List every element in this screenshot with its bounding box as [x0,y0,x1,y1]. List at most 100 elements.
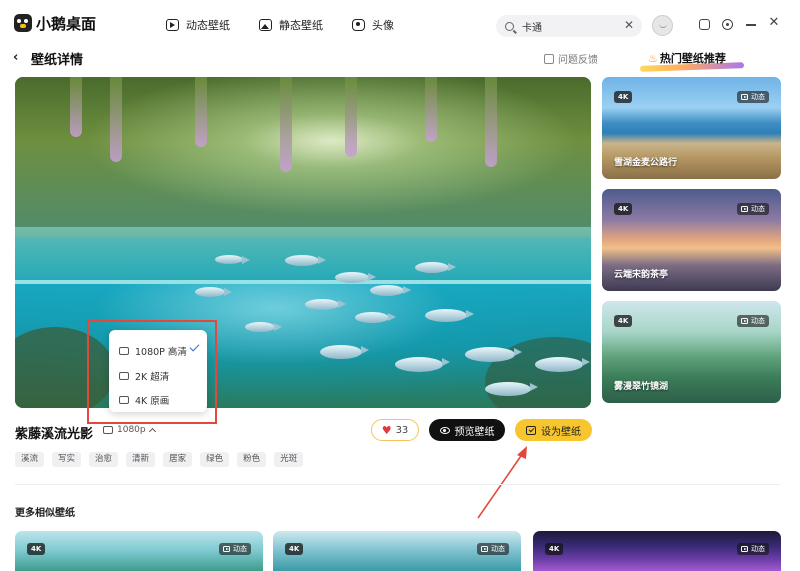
tag-chip[interactable]: 粉色 [237,452,267,467]
button-label: 预览壁纸 [454,426,495,438]
scene-vine [280,77,292,172]
resolution-badge: 4K [545,543,564,555]
scene-fish [425,309,474,322]
scene-fish [285,255,326,266]
dynamic-badge: 动态 [737,543,769,555]
hot-wallpaper-card[interactable]: 4K 动态 云端宋韵茶亭 [602,189,781,291]
scene-fish [355,312,396,323]
resolution-badge: 4K [27,543,46,555]
badge-label: 动态 [233,545,247,553]
scene-vine [110,77,122,162]
feedback-label: 问题反馈 [558,55,598,66]
badge-label: 动态 [751,93,765,101]
like-button[interactable]: ♥ 33 [371,419,419,441]
play-icon [741,546,748,552]
button-label: 设为壁纸 [541,426,581,438]
card-title: 雾漫翠竹镜湖 [614,382,669,392]
annotation-highlight-box [87,320,217,424]
tab-label: 静态壁纸 [279,19,323,32]
scene-fish [535,357,590,372]
search-icon [505,21,514,31]
heart-icon: ♥ [381,423,392,437]
scene-fish [415,262,456,273]
like-count: 33 [395,424,409,436]
hot-section-title: ♨ 热门壁纸推荐 [648,50,726,66]
tag-chip[interactable]: 写实 [52,452,82,467]
similar-wallpaper-card[interactable]: 4K 动态 [15,531,263,571]
preview-wallpaper-button[interactable]: 预览壁纸 [429,419,505,441]
resolution-badge: 4K [285,543,304,555]
dynamic-badge: 动态 [737,315,769,327]
image-icon [259,19,272,31]
app-logo-icon [14,14,32,32]
scene-fish [335,272,376,283]
skin-icon[interactable] [699,19,710,30]
tab-label: 头像 [372,19,394,32]
resolution-badge: 4K [614,315,633,327]
scene-vine [195,77,207,147]
play-icon [741,318,748,324]
scene-vine [425,77,437,142]
scene-fish [245,322,282,332]
tab-dynamic-wallpaper[interactable]: 动态壁纸 [166,17,230,33]
minimize-icon[interactable] [744,17,758,31]
tab-avatar[interactable]: 头像 [352,17,394,33]
wallpaper-title: 紫藤溪流光影 [15,427,94,442]
scene-vine [485,77,497,167]
card-title: 雪湖金麦公路行 [614,158,678,168]
scene-vine [345,77,357,157]
chevron-up-icon [148,427,156,435]
play-icon [166,19,179,31]
scene-fish [320,345,369,359]
scene-fish [485,382,538,396]
tab-label: 动态壁纸 [186,19,230,32]
tag-chip[interactable]: 溪流 [15,452,45,467]
tab-static-wallpaper[interactable]: 静态壁纸 [259,17,323,33]
scene-fish [215,255,250,264]
similar-wallpaper-card[interactable]: 4K 动态 [273,531,521,571]
dynamic-badge: 动态 [737,91,769,103]
search-box: ✕ [496,15,642,37]
badge-label: 动态 [491,545,505,553]
tag-chip[interactable]: 光斑 [274,452,304,467]
set-wallpaper-button[interactable]: 设为壁纸 [515,419,592,441]
back-icon[interactable]: ‹ [13,50,18,65]
scene-fish [395,357,450,372]
play-icon [481,546,488,552]
flame-icon: ♨ [648,52,658,65]
resolution-badge: 4K [614,91,633,103]
tag-chip[interactable]: 绿色 [200,452,230,467]
title-bar: 小鹅桌面 动态壁纸 静态壁纸 头像 ✕ ✕ [0,0,800,46]
dynamic-badge: 动态 [219,543,251,555]
clear-search-icon[interactable]: ✕ [624,18,634,32]
hot-wallpaper-card[interactable]: 4K 动态 雾漫翠竹镜湖 [602,301,781,403]
tag-list: 溪流 写实 治愈 清新 居家 绿色 粉色 光斑 [15,452,311,467]
badge-label: 动态 [751,317,765,325]
close-window-icon[interactable]: ✕ [767,16,781,30]
settings-icon[interactable] [722,19,733,30]
page-title: 壁纸详情 [31,53,84,68]
play-icon [223,546,230,552]
dynamic-badge: 动态 [737,203,769,215]
tag-chip[interactable]: 居家 [163,452,193,467]
search-input[interactable] [522,20,622,32]
check-square-icon [526,425,536,435]
resolution-badge: 4K [614,203,633,215]
hot-title-text: 热门壁纸推荐 [659,52,726,65]
feedback-link[interactable]: 问题反馈 [544,51,598,66]
scene-vine [70,77,82,137]
hot-wallpaper-card[interactable]: 4K 动态 雪湖金麦公路行 [602,77,781,179]
eye-icon [439,426,450,434]
tag-chip[interactable]: 治愈 [89,452,119,467]
section-divider [15,484,780,485]
user-avatar[interactable] [652,15,673,36]
scene-foliage [15,77,591,237]
resolution-value: 1080p [117,424,146,435]
scene-fish [370,285,411,296]
quality-icon [103,425,113,434]
similar-wallpaper-card[interactable]: 4K 动态 [533,531,781,571]
resolution-selector[interactable]: 1080p [103,422,156,437]
tag-chip[interactable]: 清新 [126,452,156,467]
scene-fish [195,287,232,297]
more-similar-title: 更多相似壁纸 [15,508,75,519]
